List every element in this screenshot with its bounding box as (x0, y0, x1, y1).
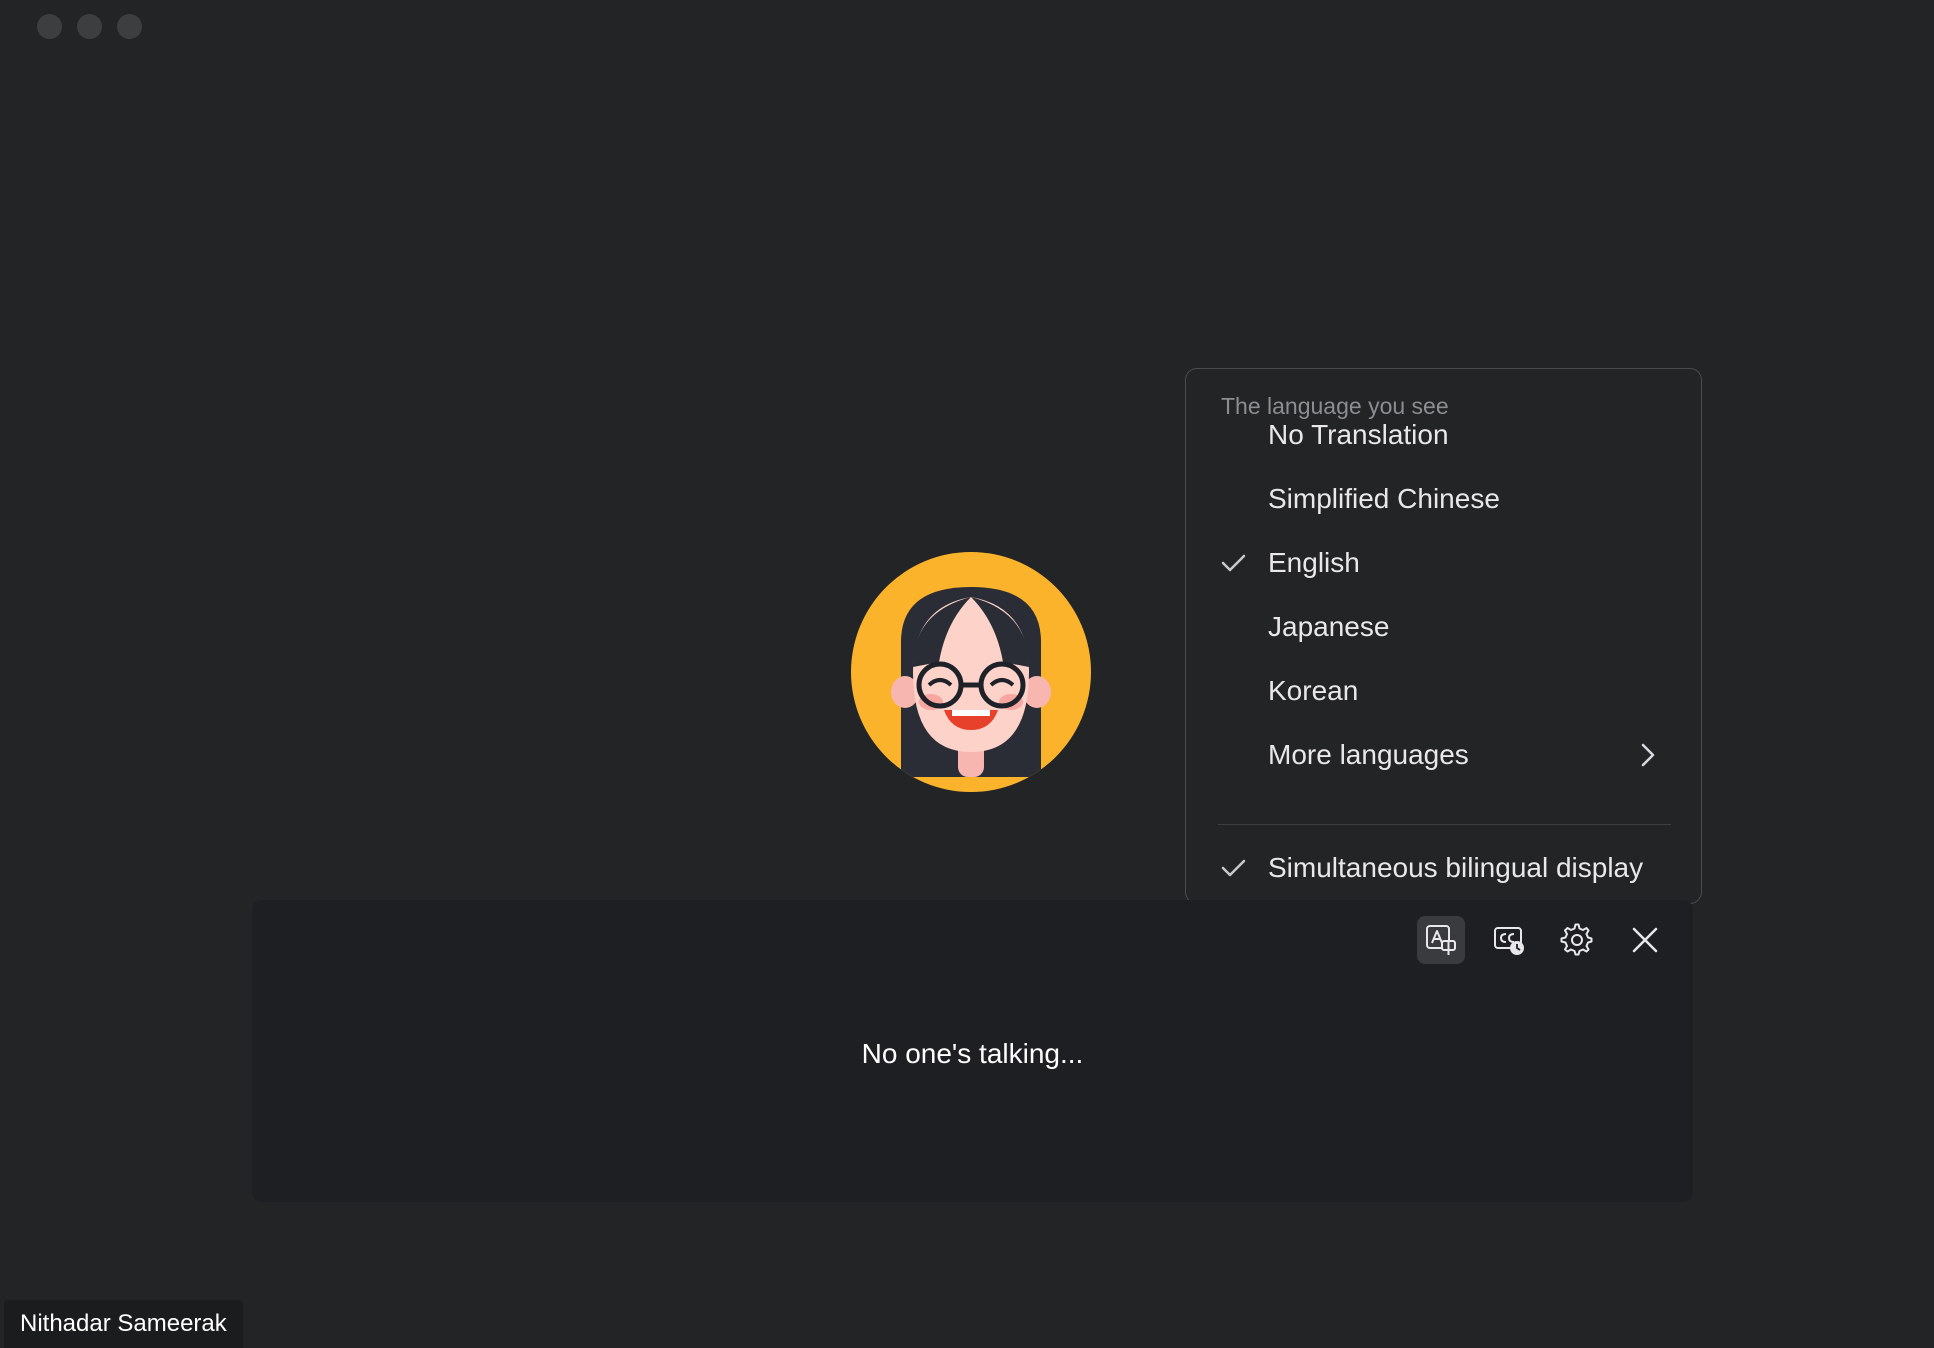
menu-item-more-languages[interactable]: More languages (1186, 725, 1701, 785)
close-captions-button[interactable] (1621, 916, 1669, 964)
menu-item-label: More languages (1268, 739, 1469, 770)
menu-item-korean[interactable]: Korean (1186, 661, 1701, 721)
settings-button[interactable] (1553, 916, 1601, 964)
menu-item-japanese[interactable]: Japanese (1186, 597, 1701, 657)
menu-item-label: Japanese (1268, 611, 1390, 642)
language-menu: The language you see No Translation Simp… (1185, 368, 1702, 904)
minimize-window-button[interactable] (77, 14, 102, 39)
meeting-window: The language you see No Translation Simp… (0, 0, 1934, 1348)
caption-history-icon (1494, 927, 1524, 955)
menu-item-label: English (1268, 547, 1360, 578)
menu-item-bilingual-display[interactable]: Simultaneous bilingual display (1186, 838, 1701, 898)
window-controls (37, 14, 142, 39)
caption-toolbar (1417, 916, 1669, 964)
checkmark-icon (1221, 554, 1246, 572)
caption-panel: No one's talking... (252, 900, 1693, 1202)
caption-status-text: No one's talking... (861, 1038, 1084, 1069)
menu-item-simplified-chinese[interactable]: Simplified Chinese (1186, 469, 1701, 529)
zoom-window-button[interactable] (117, 14, 142, 39)
chevron-right-icon (1641, 743, 1655, 767)
menu-item-label: Simplified Chinese (1268, 483, 1500, 514)
translate-button[interactable] (1417, 916, 1465, 964)
menu-item-label: Korean (1268, 675, 1359, 706)
gear-icon (1560, 923, 1593, 956)
menu-item-english[interactable]: English (1186, 533, 1701, 593)
caption-history-button[interactable] (1485, 916, 1533, 964)
menu-item-label: No Translation (1268, 419, 1449, 450)
menu-item-label: Simultaneous bilingual display (1268, 852, 1644, 883)
close-icon (1632, 927, 1658, 953)
participant-avatar (851, 552, 1091, 792)
menu-item-no-translation[interactable]: No Translation (1186, 405, 1701, 465)
participant-name-tag: Nithadar Sameerak (4, 1300, 243, 1348)
translate-icon (1426, 925, 1456, 955)
close-window-button[interactable] (37, 14, 62, 39)
menu-divider (1218, 824, 1671, 825)
checkmark-icon (1221, 859, 1246, 877)
